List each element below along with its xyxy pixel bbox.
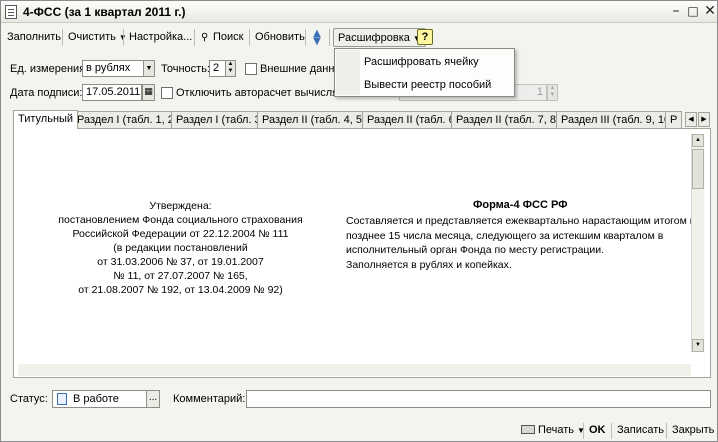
clear-button[interactable]: Очистить▼ [64, 28, 131, 47]
tab-scroll-left-icon[interactable]: ◀ [685, 112, 697, 127]
tab-section-2-t4-5[interactable]: Раздел II (табл. 4, 5) [257, 111, 371, 128]
status-label: Статус: [10, 393, 48, 405]
autocalc-checkbox[interactable] [161, 87, 173, 99]
approval-line: от 31.03.2006 № 37, от 19.01.2007 [97, 256, 264, 268]
vertical-scrollbar[interactable]: ▲ ▼ [691, 134, 704, 352]
bottom-divider [666, 423, 667, 439]
chevron-down-icon[interactable]: ▼ [143, 60, 155, 77]
maximize-button[interactable]: □ [685, 4, 701, 19]
settings-label: Настройка... [129, 31, 193, 43]
disabled-stepper: ▲ ▼ [547, 84, 558, 101]
tab-more[interactable]: Р [665, 111, 683, 128]
content-panel: Утверждена: постановлением Фонда социаль… [13, 128, 711, 378]
document-icon [57, 393, 67, 405]
ok-button[interactable]: OK [589, 421, 606, 440]
close-window-button[interactable]: ✕ [702, 4, 718, 19]
title-bar: 4-ФСС (за 1 квартал 2011 г.) – □ ✕ [1, 1, 717, 23]
external-data-checkbox[interactable] [245, 63, 257, 75]
tab-section-1-t3[interactable]: Раздел I (табл. 3) [171, 111, 270, 128]
signature-date-field[interactable]: 17.05.2011 [82, 84, 142, 101]
scroll-thumb[interactable] [692, 149, 704, 189]
section-tabs: Титульный Раздел I (табл. 1, 2) Раздел I… [13, 110, 713, 129]
unit-label: Ед. измерения: [10, 63, 89, 75]
save-button[interactable]: Записать [617, 421, 664, 440]
approval-line: (в редакции постановлений [113, 242, 248, 254]
scroll-up-icon[interactable]: ▲ [692, 134, 704, 147]
sort-arrows-icon[interactable]: ▲ ▼ [311, 29, 323, 47]
approval-line: Утверждена: [149, 200, 212, 212]
select-status-button[interactable]: ... [146, 390, 160, 408]
fill-button[interactable]: Заполнить [3, 28, 65, 47]
bottom-bar: Печать ▼ OK Записать Закрыть [1, 419, 717, 441]
tab-section-2-t7-8[interactable]: Раздел II (табл. 7, 8) [451, 111, 565, 128]
decode-menu: Расшифровать ячейку Вывести реестр пособ… [334, 48, 515, 97]
report-window: 4-ФСС (за 1 квартал 2011 г.) – □ ✕ Запол… [0, 0, 718, 442]
bottom-divider [611, 423, 612, 439]
toolbar: Заполнить Очистить▼ Настройка... ⚲Поиск … [1, 26, 717, 48]
toolbar-divider [305, 29, 306, 46]
description-line: позднее 15 числа месяца, следующего за и… [346, 229, 664, 242]
document-icon [5, 5, 17, 19]
toolbar-divider [194, 29, 195, 46]
decode-button[interactable]: Расшифровка▼ [333, 28, 426, 47]
help-button[interactable]: ? [417, 29, 433, 45]
fill-label: Заполнить [7, 31, 62, 43]
scroll-down-icon[interactable]: ▼ [692, 339, 704, 352]
minimize-button[interactable]: – [668, 4, 684, 19]
toolbar-divider [123, 29, 124, 46]
description-line: Заполняется в рублях и копейках. [346, 258, 512, 271]
refresh-button[interactable]: Обновить [251, 28, 309, 47]
toolbar-divider [62, 29, 63, 46]
clear-label: Очистить [68, 31, 116, 43]
menu-item-benefits-registry[interactable]: Вывести реестр пособий [336, 74, 513, 96]
approval-line: постановлением Фонда социального страхов… [58, 214, 303, 226]
toolbar-divider [249, 29, 250, 46]
window-title: 4-ФСС (за 1 квартал 2011 г.) [23, 5, 186, 19]
toolbar-divider [329, 29, 330, 46]
calendar-icon[interactable]: ▦ [142, 84, 155, 101]
print-button[interactable]: Печать ▼ [521, 421, 585, 440]
precision-stepper[interactable]: ▲ ▼ [225, 60, 236, 77]
binoculars-icon: ⚲ [201, 32, 209, 43]
precision-label: Точность: [161, 63, 210, 75]
bottom-divider [583, 423, 584, 439]
approval-line: от 21.08.2007 № 192, от 13.04.2009 № 92) [78, 284, 283, 296]
approval-block: Утверждена: постановлением Фонда социаль… [18, 199, 343, 297]
status-field[interactable]: В работе [52, 390, 148, 408]
refresh-label: Обновить [255, 31, 305, 43]
search-button[interactable]: ⚲ Поиск [197, 28, 247, 47]
status-value: В работе [73, 393, 119, 405]
horizontal-scrollbar[interactable] [18, 364, 691, 376]
approval-line: Российской Федерации от 22.12.2004 № 111 [72, 228, 289, 240]
tab-section-3-t9-10[interactable]: Раздел III (табл. 9, 10) [556, 111, 679, 128]
tab-scroll-right-icon[interactable]: ▶ [698, 112, 710, 127]
comment-field[interactable] [246, 390, 711, 408]
description-line: исполнительный орган Фонда по месту реги… [346, 244, 605, 256]
print-label: Печать [538, 424, 575, 436]
comment-label: Комментарий: [173, 393, 246, 405]
tab-section-2-t6[interactable]: Раздел II (табл. 6) [362, 111, 464, 128]
settings-button[interactable]: Настройка... [125, 28, 196, 47]
approval-line: № 11, от 27.07.2007 № 165, [113, 270, 248, 282]
close-button[interactable]: Закрыть [672, 421, 714, 440]
tab-section-1-t1-2[interactable]: Раздел I (табл. 1, 2) [72, 111, 183, 128]
unit-select[interactable]: в рублях [82, 60, 144, 77]
search-label: Поиск [213, 31, 244, 43]
decode-label: Расшифровка [338, 32, 410, 44]
report-sheet[interactable]: Утверждена: постановлением Фонда социаль… [18, 133, 691, 369]
tab-title-page[interactable]: Титульный [13, 110, 79, 129]
form-title: Форма-4 ФСС РФ [473, 199, 568, 211]
date-label: Дата подписи: [10, 87, 83, 99]
printer-icon [521, 425, 535, 434]
autocalc-label: Отключить авторасчет вычисляем [176, 87, 334, 99]
help-icon: ? [421, 31, 429, 43]
description-line: Составляется и представляется ежеквартал… [346, 215, 691, 227]
form-description: Составляется и представляется ежеквартал… [346, 214, 691, 272]
precision-field[interactable]: 2 [209, 60, 226, 77]
menu-item-decode-cell[interactable]: Расшифровать ячейку [336, 51, 513, 73]
